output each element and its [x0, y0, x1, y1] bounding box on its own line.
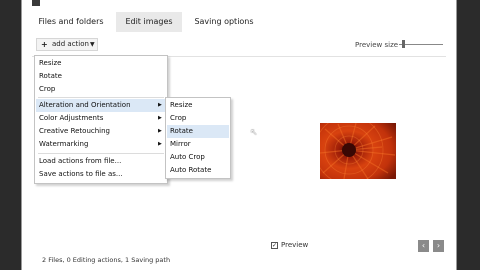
- menu-item-rotate[interactable]: Rotate: [36, 70, 166, 83]
- menu-item-resize[interactable]: Resize: [36, 57, 166, 70]
- add-action-menu: Resize Rotate Crop Alteration and Orient…: [34, 55, 168, 184]
- chevron-right-icon: ▶: [158, 128, 162, 134]
- submenu-item-resize[interactable]: Resize: [167, 99, 229, 112]
- edit-toolbar: + add action ▼ Preview size: [22, 36, 456, 54]
- submenu-item-auto-crop[interactable]: Auto Crop: [167, 151, 229, 164]
- previous-button[interactable]: ‹: [418, 240, 429, 252]
- submenu-item-crop[interactable]: Crop: [167, 112, 229, 125]
- submenu-item-rotate[interactable]: Rotate: [167, 125, 229, 138]
- menu-item-color-adjustments[interactable]: Color Adjustments ▶: [36, 112, 166, 125]
- app-window: Files and folders Edit images Saving opt…: [22, 0, 456, 270]
- alteration-submenu: Resize Crop Rotate Mirror Auto Crop Auto…: [165, 97, 231, 179]
- mouse-cursor-icon: ↖: [250, 128, 258, 138]
- menu-item-alteration-and-orientation[interactable]: Alteration and Orientation ▶: [36, 99, 166, 112]
- submenu-item-auto-rotate[interactable]: Auto Rotate: [167, 164, 229, 177]
- submenu-item-mirror[interactable]: Mirror: [167, 138, 229, 151]
- tab-saving-options[interactable]: Saving options: [192, 12, 256, 32]
- menu-item-creative-retouching[interactable]: Creative Retouching ▶: [36, 125, 166, 138]
- plus-icon: +: [41, 40, 48, 49]
- preview-checkbox[interactable]: ✓: [271, 242, 278, 249]
- menu-item-load-actions[interactable]: Load actions from file...: [36, 155, 166, 168]
- preview-size-slider-track[interactable]: [399, 44, 443, 45]
- tab-files-and-folders[interactable]: Files and folders: [36, 12, 106, 32]
- chevron-left-icon: ‹: [421, 241, 426, 250]
- tab-edit-images[interactable]: Edit images: [116, 12, 182, 32]
- chevron-right-icon: ▶: [158, 141, 162, 147]
- image-thumbnail[interactable]: [320, 123, 396, 179]
- chevron-right-icon: ▶: [158, 115, 162, 121]
- tab-bar: Files and folders Edit images Saving opt…: [22, 12, 456, 32]
- chevron-down-icon: ▼: [90, 41, 95, 48]
- chevron-right-icon: ›: [436, 241, 441, 250]
- app-icon: [32, 0, 40, 6]
- title-bar: [22, 0, 456, 8]
- preview-size-slider-thumb[interactable]: [402, 40, 405, 48]
- add-action-label: add action: [52, 40, 89, 48]
- next-button[interactable]: ›: [433, 240, 444, 252]
- status-bar-text: 2 Files, 0 Editing actions, 1 Saving pat…: [42, 256, 171, 264]
- menu-item-watermarking[interactable]: Watermarking ▶: [36, 138, 166, 151]
- menu-item-crop[interactable]: Crop: [36, 83, 166, 96]
- chevron-right-icon: ▶: [158, 102, 162, 108]
- preview-size-label: Preview size: [355, 41, 399, 49]
- menu-separator: [38, 153, 164, 154]
- add-action-button[interactable]: + add action ▼: [36, 38, 98, 51]
- menu-item-save-actions[interactable]: Save actions to file as...: [36, 168, 166, 181]
- menu-separator: [38, 97, 164, 98]
- preview-label: Preview: [281, 241, 309, 249]
